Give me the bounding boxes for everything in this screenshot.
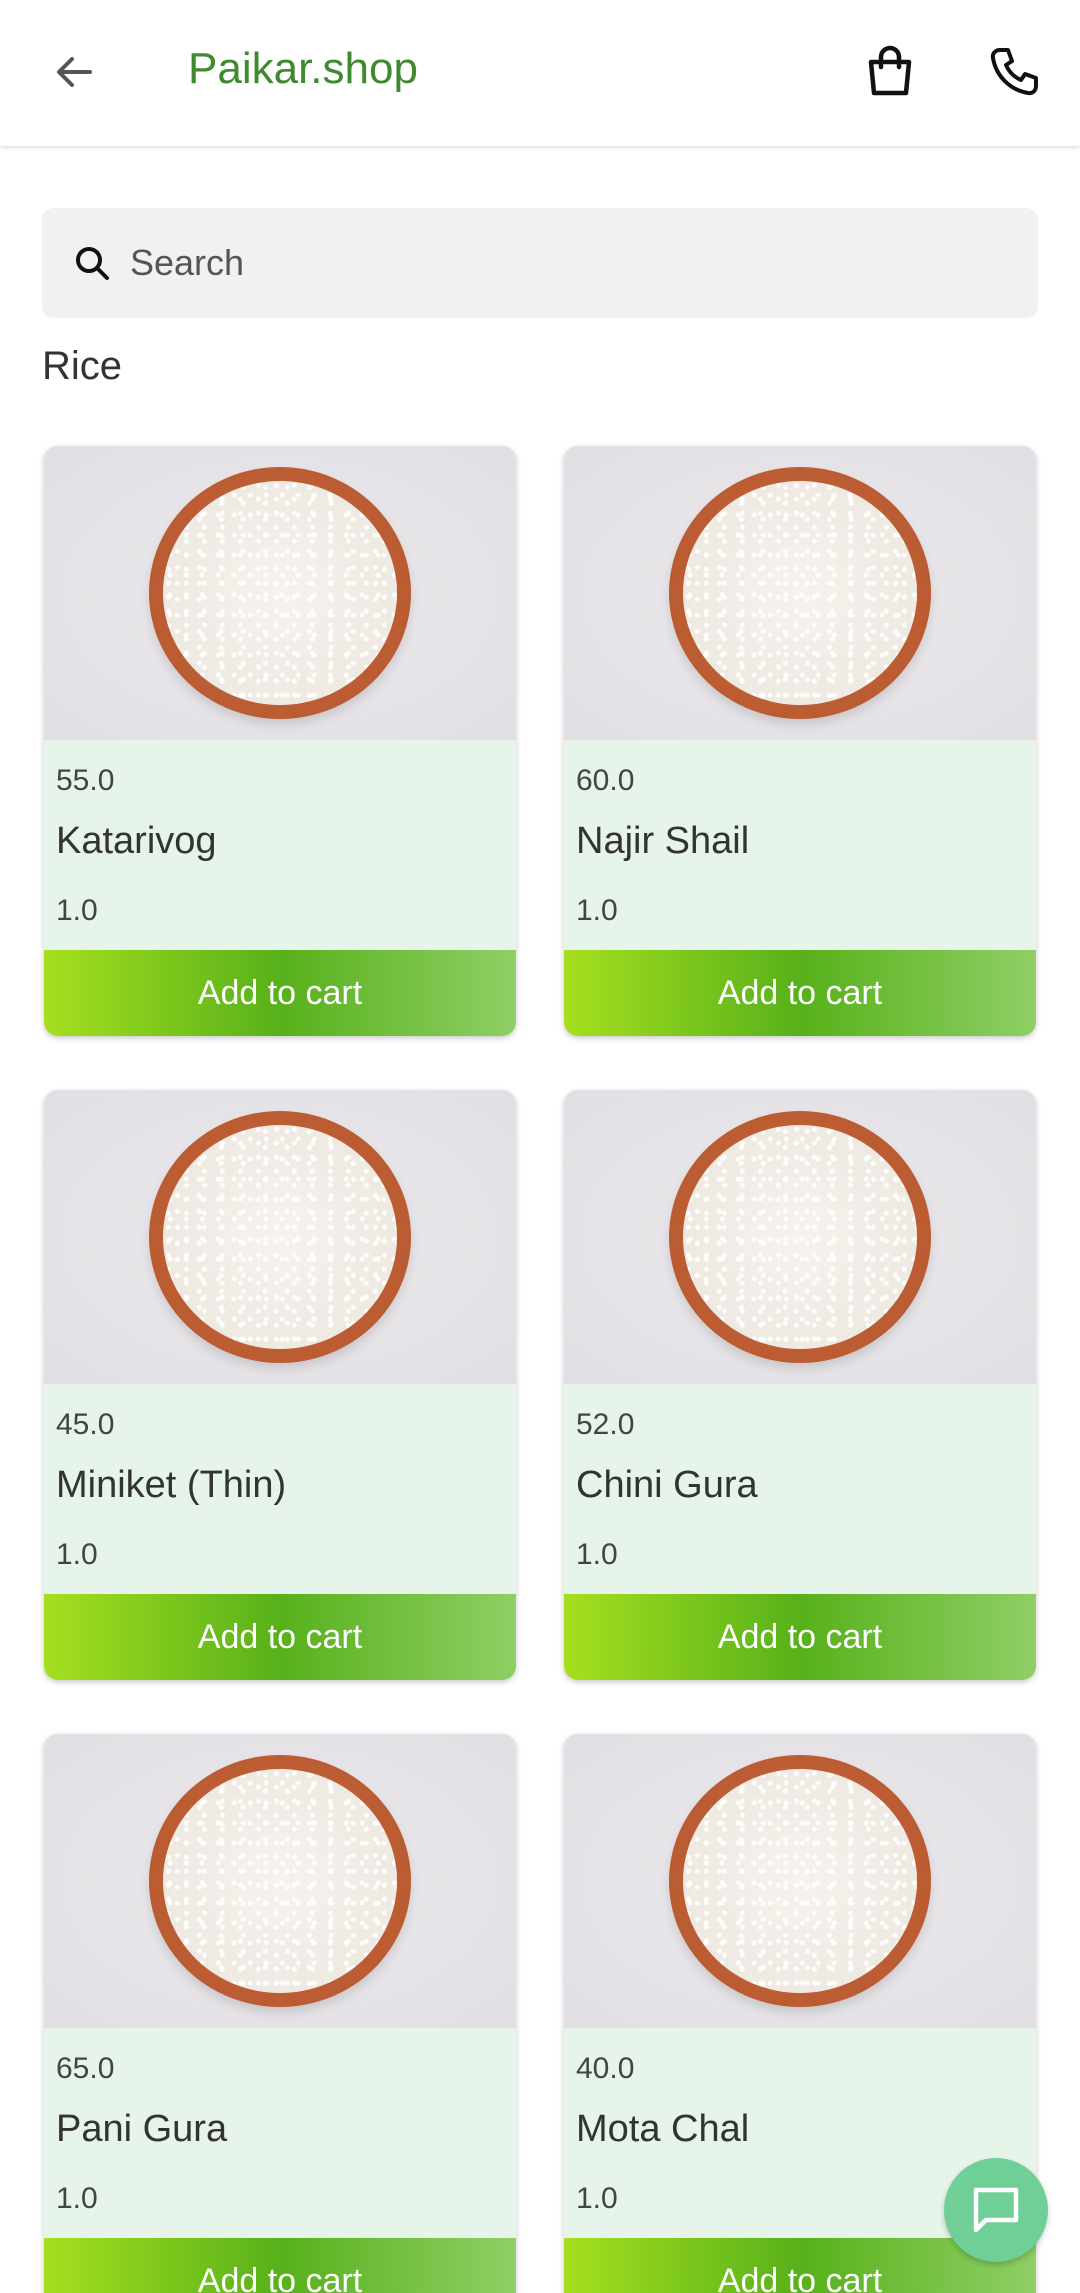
product-image: [564, 446, 1036, 740]
phone-icon: [990, 48, 1038, 96]
search-input[interactable]: [130, 242, 930, 284]
product-quantity: 1.0: [576, 1538, 618, 1571]
product-card[interactable]: 60.0 Najir Shail 1.0 Add to cart: [564, 446, 1036, 1036]
chat-bubble-icon: [973, 2187, 1019, 2233]
product-quantity: 1.0: [576, 894, 618, 927]
product-quantity: 1.0: [576, 2182, 618, 2215]
call-button[interactable]: [982, 40, 1046, 104]
product-name: Mota Chal: [576, 2108, 750, 2150]
arrow-left-icon: [57, 57, 92, 87]
product-price: 60.0: [576, 764, 635, 797]
search-bar[interactable]: [42, 208, 1038, 318]
product-price: 55.0: [56, 764, 115, 797]
product-card[interactable]: 45.0 Miniket (Thin) 1.0 Add to cart: [44, 1090, 516, 1680]
app-title: Paikar.shop: [188, 44, 418, 93]
product-card[interactable]: 52.0 Chini Gura 1.0 Add to cart: [564, 1090, 1036, 1680]
cart-button[interactable]: [858, 40, 922, 104]
search-icon: [70, 241, 114, 285]
add-to-cart-button[interactable]: Add to cart: [44, 950, 516, 1036]
product-image: [564, 1734, 1036, 2028]
shopping-bag-icon: [868, 45, 912, 96]
product-image: [44, 1090, 516, 1384]
product-price: 52.0: [576, 1408, 635, 1441]
product-name: Chini Gura: [576, 1464, 758, 1506]
add-to-cart-button[interactable]: Add to cart: [564, 1594, 1036, 1680]
app-bar: Paikar.shop: [0, 0, 1080, 146]
back-button[interactable]: [44, 42, 104, 102]
add-to-cart-button[interactable]: Add to cart: [44, 2238, 516, 2293]
product-quantity: 1.0: [56, 1538, 98, 1571]
product-name: Miniket (Thin): [56, 1464, 287, 1506]
product-name: Pani Gura: [56, 2108, 228, 2150]
product-image: [44, 1734, 516, 2028]
product-price: 45.0: [56, 1408, 115, 1441]
product-price: 40.0: [576, 2052, 635, 2085]
product-price: 65.0: [56, 2052, 115, 2085]
chat-button[interactable]: [944, 2158, 1048, 2262]
add-to-cart-button[interactable]: Add to cart: [564, 950, 1036, 1036]
product-image: [44, 446, 516, 740]
product-quantity: 1.0: [56, 2182, 98, 2215]
product-name: Najir Shail: [576, 820, 750, 862]
product-image: [564, 1090, 1036, 1384]
product-name: Katarivog: [56, 820, 217, 862]
product-card[interactable]: 55.0 Katarivog 1.0 Add to cart: [44, 446, 516, 1036]
product-quantity: 1.0: [56, 894, 98, 927]
product-card[interactable]: 65.0 Pani Gura 1.0 Add to cart: [44, 1734, 516, 2293]
add-to-cart-button[interactable]: Add to cart: [44, 1594, 516, 1680]
category-title: Rice: [42, 344, 123, 388]
